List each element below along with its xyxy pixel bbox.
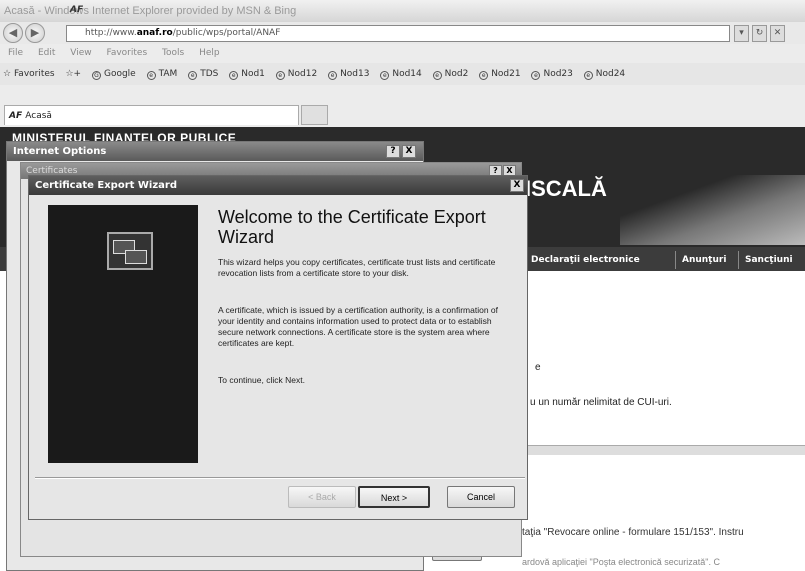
wizard-heading: Welcome to the Certificate Export Wizard [218, 207, 486, 247]
ie-icon: e [583, 71, 593, 80]
menu-edit[interactable]: Edit [38, 48, 55, 58]
internet-options-close-button[interactable]: X [402, 145, 416, 158]
internet-options-help-button[interactable]: ? [386, 145, 400, 158]
banner-subtitle: ISCALĂ [525, 176, 607, 201]
ie-icon: e [275, 71, 285, 80]
wizard-title: Certificate Export Wizard [35, 180, 178, 191]
menu-view[interactable]: View [70, 48, 91, 58]
favorites-button[interactable]: ☆ Favorites [3, 63, 55, 85]
certificate-icon [107, 232, 153, 270]
next-button[interactable]: Next > [358, 486, 430, 508]
stop-button[interactable]: ✕ [770, 25, 785, 42]
wizard-close-button[interactable]: X [510, 179, 524, 192]
wizard-paragraph: This wizard helps you copy certificates,… [218, 257, 496, 278]
favorite-nod13[interactable]: e Nod13 [328, 63, 369, 85]
favorite-tds[interactable]: e TDS [188, 63, 218, 85]
ie-icon: e [188, 71, 198, 80]
ie-icon: e [531, 71, 541, 80]
certificate-card-icon [125, 250, 147, 264]
favorites-bar: ☆ Favorites ☆+ G Google e TAM e TDS e Nod1 e… [0, 63, 805, 85]
internet-options-title-bar: Internet Options [7, 142, 423, 161]
favorite-nod24[interactable]: e Nod24 [583, 63, 625, 85]
divider [520, 445, 805, 455]
nav-sanctiuni[interactable]: Sancţiuni [738, 251, 805, 269]
back-button[interactable]: ◀ [3, 23, 23, 43]
menu-favorites[interactable]: Favorites [106, 48, 147, 58]
ie-icon: e [229, 71, 239, 80]
wizard-paragraph: To continue, click Next. [218, 375, 305, 385]
favorite-nod23[interactable]: e Nod23 [531, 63, 573, 85]
navigation-bar: ◀ ▶ http://www.anaf.ro/public/wps/portal… [0, 22, 805, 44]
forward-button[interactable]: ▶ [25, 23, 45, 43]
favorite-nod12[interactable]: e Nod12 [275, 63, 317, 85]
back-button[interactable]: < Back [288, 486, 356, 508]
cancel-button[interactable]: Cancel [447, 486, 515, 508]
menu-bar: File Edit View Favorites Tools Help [0, 44, 805, 63]
ie-icon: e [328, 71, 338, 80]
refresh-button[interactable]: ↻ [752, 25, 767, 42]
favorite-google[interactable]: G Google [91, 63, 136, 85]
ie-icon: e [380, 71, 390, 80]
address-dropdown-button[interactable]: ▾ [734, 25, 749, 42]
site-icon: AF [9, 111, 26, 121]
wizard-title-bar: Certificate Export Wizard [29, 176, 527, 195]
ie-icon: e [432, 71, 442, 80]
wizard-paragraph: A certificate, which is issued by a cert… [218, 305, 498, 348]
tab-acasa[interactable]: AF Acasă [4, 105, 299, 125]
ie-icon: e [479, 71, 489, 80]
favorite-nod21[interactable]: e Nod21 [479, 63, 521, 85]
body-text: u un număr nelimitat de CUI-uri. [530, 397, 672, 408]
address-bar[interactable]: http://www.anaf.ro/public/wps/portal/ANA… [66, 25, 730, 42]
add-favorite-icon[interactable]: ☆+ [65, 63, 81, 85]
nav-anunturi[interactable]: Anunţuri [675, 251, 733, 269]
favorite-nod14[interactable]: e Nod14 [380, 63, 422, 85]
favorite-tam[interactable]: e TAM [146, 63, 177, 85]
internet-options-title: Internet Options [13, 146, 107, 157]
ie-icon: e [146, 71, 156, 80]
menu-file[interactable]: File [8, 48, 23, 58]
favorite-nod2[interactable]: e Nod2 [432, 63, 468, 85]
body-text: taţia "Revocare online - formulare 151/1… [522, 527, 744, 538]
wizard-divider [35, 477, 525, 479]
star-icon: ☆ [3, 69, 12, 79]
google-icon: G [91, 71, 101, 80]
menu-help[interactable]: Help [199, 48, 220, 58]
window-title-bar: Acasă - Windows Internet Explorer provid… [0, 0, 805, 22]
menu-tools[interactable]: Tools [162, 48, 184, 58]
favorite-nod1[interactable]: e Nod1 [229, 63, 265, 85]
site-icon: AF [70, 5, 84, 15]
new-tab-button[interactable] [301, 105, 328, 125]
window-title: Acasă - Windows Internet Explorer provid… [4, 5, 297, 17]
body-text: ardovă aplicaţiei "Poşta electronică sec… [522, 557, 720, 567]
banner-image [620, 175, 805, 245]
body-text: e [535, 362, 541, 373]
nav-declaratii[interactable]: Declaraţii electronice [524, 251, 664, 269]
